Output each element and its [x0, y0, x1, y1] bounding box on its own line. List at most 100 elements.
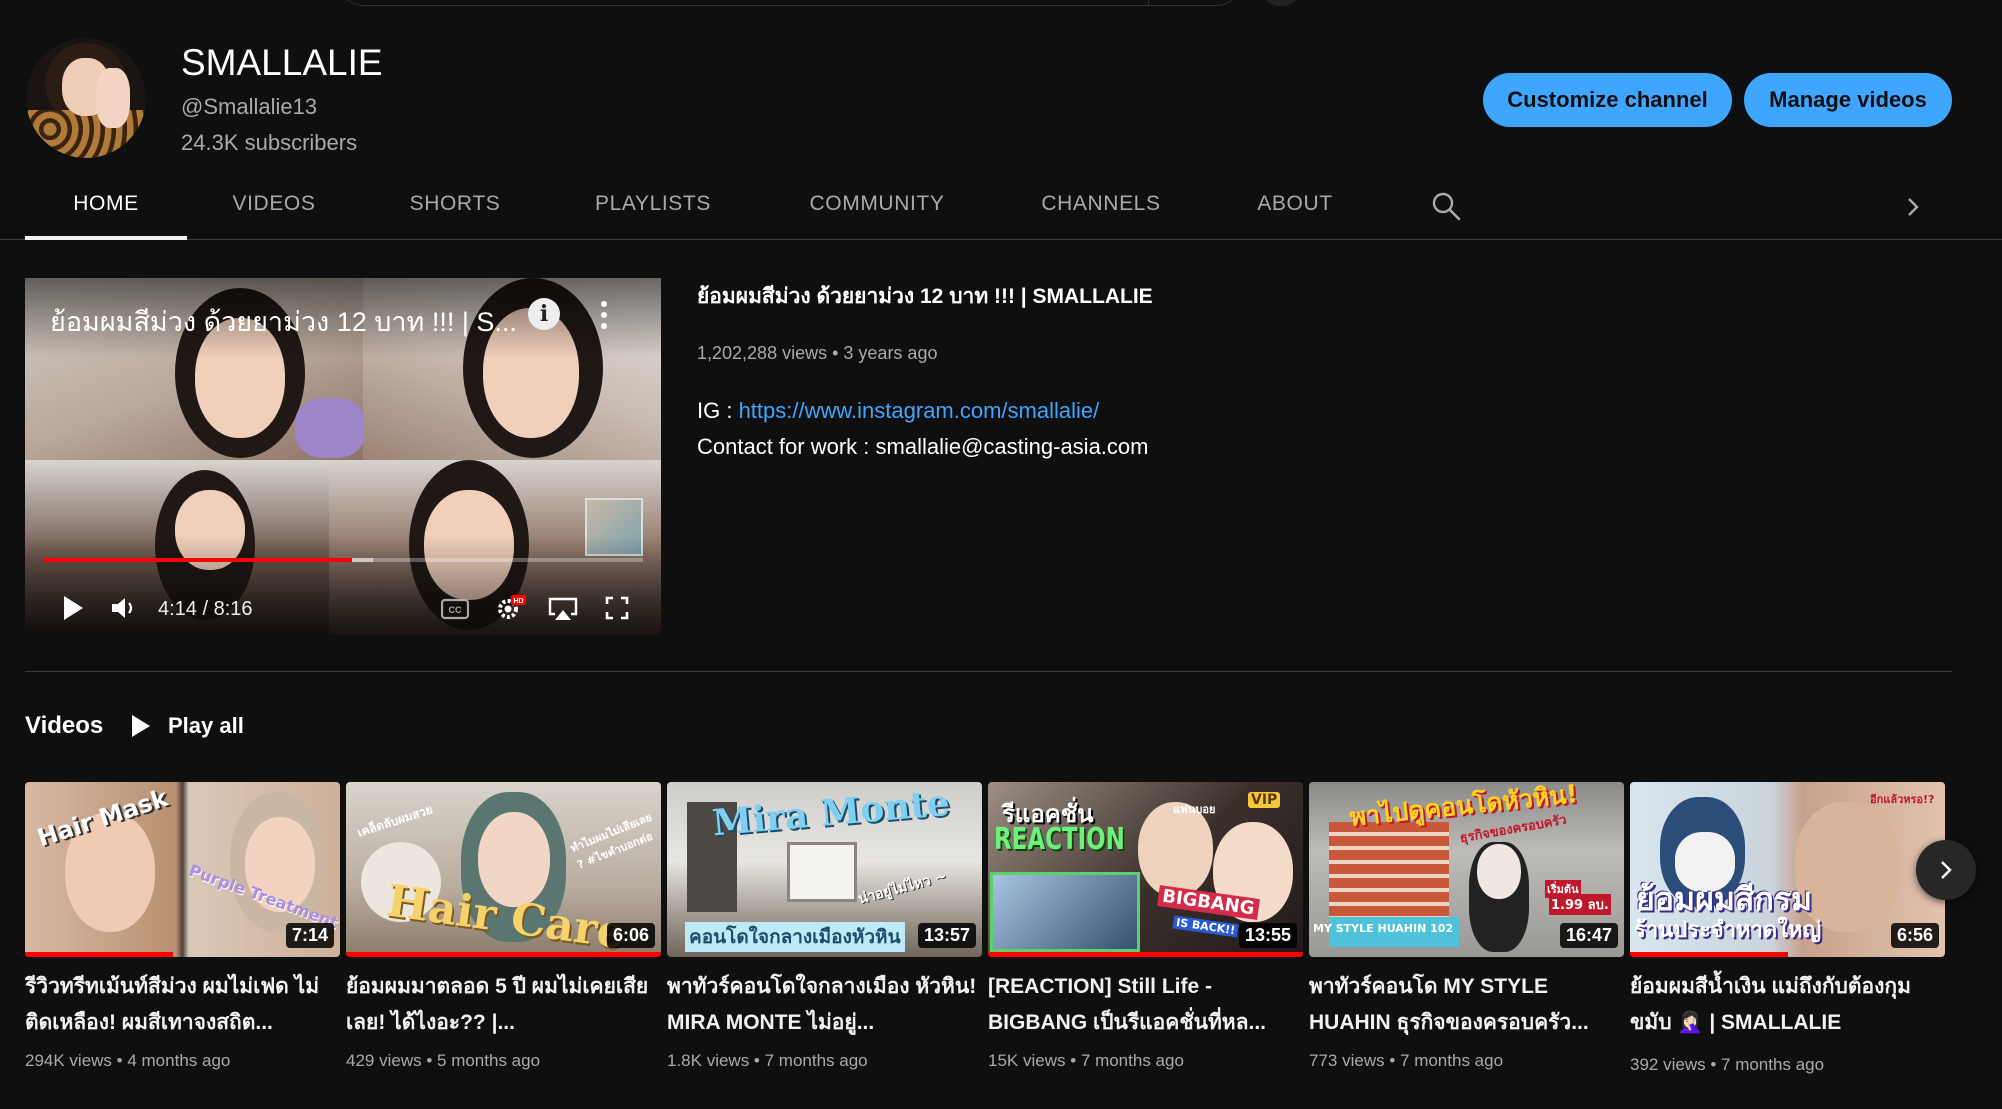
chevron-right-icon[interactable] [1900, 194, 1926, 220]
player-progress-bar[interactable] [43, 558, 643, 562]
instagram-link[interactable]: https://www.instagram.com/smallalie/ [739, 398, 1100, 423]
featured-age: 3 years ago [843, 343, 938, 363]
video-thumbnail[interactable]: Hair Mask Purple Treatment 7:14 [25, 782, 340, 957]
video-card[interactable]: Hair Care เคล็ดลับผมสวย ทำไมผมไม่เสียเลย… [346, 782, 661, 1071]
chevron-right-icon [1941, 861, 1952, 879]
video-views: 773 views [1309, 1051, 1385, 1070]
tab-about[interactable]: ABOUT [1250, 176, 1340, 240]
thumbnail-text: อีกแล้วหรอ!? [1870, 793, 1935, 806]
watched-progress [346, 952, 661, 957]
video-thumbnail[interactable]: พาไปดูคอนโดหัวหิน! ธุรกิจของครอบครัว MY … [1309, 782, 1624, 957]
thumbnail-text: เคล็ดลับผมสวย [355, 802, 435, 840]
video-thumbnail[interactable]: Hair Care เคล็ดลับผมสวย ทำไมผมไม่เสียเลย… [346, 782, 661, 957]
video-title[interactable]: รีวิวทรีทเม้นท์สีม่วง ผมไม่เฟด ไม่ติดเหล… [25, 969, 340, 1041]
video-duration: 13:55 [1238, 923, 1297, 948]
manage-videos-button[interactable]: Manage videos [1744, 73, 1952, 127]
watched-progress [25, 952, 174, 957]
tab-channels[interactable]: CHANNELS [1035, 176, 1167, 240]
subscriber-count: 24.3K subscribers [181, 130, 358, 155]
thumbnail-text: VIP [1248, 792, 1281, 808]
top-search-box[interactable] [340, 0, 1240, 6]
thumbnail-text: แฟนบอย [1173, 803, 1216, 816]
thumbnail-text: MY STYLE HUAHIN 102 [1313, 922, 1454, 935]
avatar-leopard-pattern [26, 110, 146, 158]
played-bar [43, 558, 352, 562]
video-duration: 6:06 [606, 923, 655, 948]
player-time: 4:14 / 8:16 [158, 598, 253, 620]
channel-tabs: HOME VIDEOS SHORTS PLAYLISTS COMMUNITY C… [0, 176, 2002, 240]
video-meta: 392 views • 7 months ago [1630, 1055, 1825, 1074]
video-views: 1.8K views [667, 1051, 750, 1070]
settings-icon[interactable]: HD [495, 594, 527, 622]
tab-playlists[interactable]: PLAYLISTS [585, 176, 721, 240]
info-icon[interactable]: i [528, 298, 560, 330]
captions-icon[interactable]: CC [441, 598, 469, 620]
video-thumbnail[interactable]: ย้อมผมสีกรม ร้านประจำหาดใหญ่ อีกแล้วหรอ!… [1630, 782, 1945, 957]
tab-shorts[interactable]: SHORTS [400, 176, 510, 240]
fullscreen-icon[interactable] [605, 596, 629, 620]
channel-name: SMALLALIE [181, 42, 383, 83]
video-views: 294K views [25, 1051, 112, 1070]
shelf-next-button[interactable] [1916, 840, 1976, 900]
search-icon[interactable] [1430, 190, 1462, 222]
tab-community[interactable]: COMMUNITY [800, 176, 954, 240]
featured-video-meta: 1,202,288 views • 3 years ago [697, 343, 938, 363]
volume-icon[interactable] [111, 596, 137, 620]
airplay-icon[interactable] [547, 596, 579, 622]
video-meta: 294K views • 4 months ago [25, 1051, 231, 1070]
thumbnail-text: 1.99 ลบ. [1549, 894, 1611, 915]
search-divider [1147, 0, 1149, 5]
player-overlay-title[interactable]: ย้อมผมสีม่วง ด้วยยาม่วง 12 บาท !!! | S..… [50, 300, 517, 343]
videos-shelf-title[interactable]: Videos [25, 712, 103, 740]
video-age: 7 months ago [1400, 1051, 1504, 1070]
video-age: 7 months ago [764, 1051, 868, 1070]
video-age: 4 months ago [127, 1051, 231, 1070]
video-card[interactable]: รีแอคชั่น REACTION BIGBANG IS BACK!! แฟน… [988, 782, 1303, 1071]
play-all-label: Play all [168, 713, 244, 738]
video-card[interactable]: Mira Monte คอนโดใจกลางเมืองหัวหิน น่าอยู… [667, 782, 982, 1071]
video-title[interactable]: ย้อมผมมาตลอด 5 ปี ผมไม่เคยเสียเลย! ได้ไง… [346, 969, 661, 1041]
video-meta: 15K views • 7 months ago [988, 1051, 1184, 1070]
customize-channel-button[interactable]: Customize channel [1483, 73, 1732, 127]
play-icon[interactable] [61, 594, 85, 622]
video-card[interactable]: Hair Mask Purple Treatment 7:14 รีวิวทรี… [25, 782, 340, 1071]
video-duration: 16:47 [1559, 923, 1618, 948]
video-card[interactable]: ย้อมผมสีกรม ร้านประจำหาดใหญ่ อีกแล้วหรอ!… [1630, 782, 1945, 1075]
thumbnail-text: ทำไมผมไม่เสียเลย ? #ไขคำบอกต่อ [568, 810, 655, 872]
avatar-hand [96, 68, 130, 128]
video-meta: 773 views • 7 months ago [1309, 1051, 1504, 1070]
video-title[interactable]: ย้อมผมสีน้ำเงิน แม่ถึงกับต้องกุมขมับ 🤦🏻‍… [1630, 969, 1945, 1041]
thumbnail-text: Mira Monte [710, 782, 952, 845]
tab-videos[interactable]: VIDEOS [220, 176, 328, 240]
svg-text:CC: CC [449, 605, 462, 615]
featured-ig-line: IG : https://www.instagram.com/smallalie… [697, 398, 1099, 424]
video-title[interactable]: พาทัวร์คอนโดใจกลางเมือง หัวหิน! MIRA MON… [667, 969, 982, 1041]
thumbnail-text: ร้านประจำหาดใหญ่ [1634, 918, 1822, 943]
video-title[interactable]: พาทัวร์คอนโด MY STYLE HUAHIN ธุรกิจของคร… [1309, 969, 1624, 1041]
play-icon [132, 715, 150, 737]
featured-video-player[interactable]: ย้อมผมสีม่วง ด้วยยาม่วง 12 บาท !!! | S..… [25, 278, 661, 635]
tab-home[interactable]: HOME [25, 176, 187, 240]
thumbnail-text: คอนโดใจกลางเมืองหัวหิน [685, 922, 905, 952]
thumbnail-text: REACTION [994, 822, 1125, 857]
channel-avatar[interactable] [26, 38, 146, 158]
video-duration: 13:57 [917, 923, 976, 948]
play-all-button[interactable]: Play all [130, 706, 244, 746]
more-vert-icon[interactable] [599, 300, 609, 330]
featured-contact: Contact for work : smallalie@casting-asi… [697, 434, 1149, 459]
video-age: 7 months ago [1080, 1051, 1184, 1070]
video-duration: 6:56 [1890, 923, 1939, 948]
video-thumbnail[interactable]: รีแอคชั่น REACTION BIGBANG IS BACK!! แฟน… [988, 782, 1303, 957]
video-title[interactable]: [REACTION] Still Life - BIGBANG เป็นรีแอ… [988, 969, 1303, 1041]
voice-search-button[interactable] [1258, 0, 1304, 6]
thumbnail-text: IS BACK!! [1172, 915, 1239, 938]
video-views: 15K views [988, 1051, 1066, 1070]
video-card[interactable]: พาไปดูคอนโดหัวหิน! ธุรกิจของครอบครัว MY … [1309, 782, 1624, 1071]
watched-progress [1630, 952, 1788, 957]
featured-video-title[interactable]: ย้อมผมสีม่วง ด้วยยาม่วง 12 บาท !!! | SMA… [697, 280, 1153, 313]
video-thumbnail[interactable]: Mira Monte คอนโดใจกลางเมืองหัวหิน น่าอยู… [667, 782, 982, 957]
video-meta: 1.8K views • 7 months ago [667, 1051, 868, 1070]
svg-text:HD: HD [513, 598, 523, 605]
video-duration: 7:14 [285, 923, 334, 948]
video-meta: 429 views • 5 months ago [346, 1051, 541, 1070]
